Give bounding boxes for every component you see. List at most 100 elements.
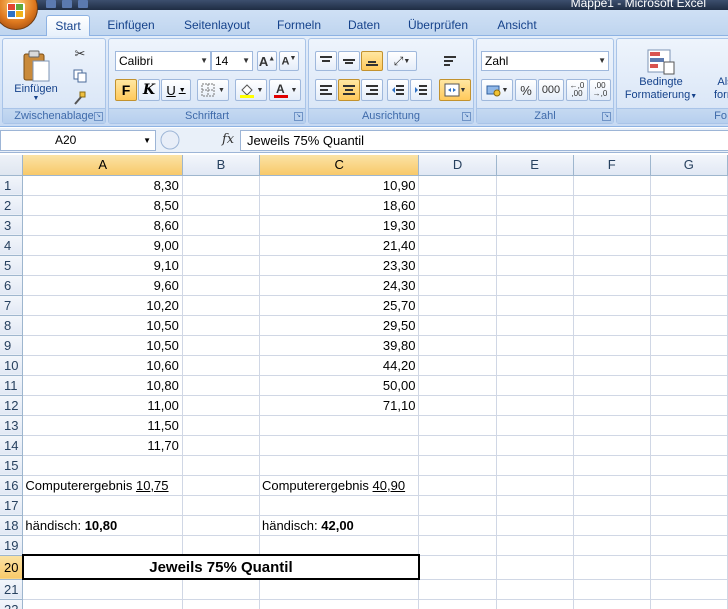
cell[interactable]: [573, 335, 651, 356]
cell[interactable]: [418, 355, 497, 376]
cell-c[interactable]: 29,50: [259, 315, 420, 336]
cell[interactable]: [650, 315, 728, 336]
cell[interactable]: [650, 335, 728, 356]
cell[interactable]: [418, 395, 497, 416]
align-bottom-button[interactable]: [361, 51, 383, 71]
cell[interactable]: [259, 495, 420, 516]
cell[interactable]: [573, 295, 651, 316]
cell[interactable]: [182, 235, 260, 256]
cell[interactable]: [418, 555, 497, 580]
tab-start[interactable]: Start: [46, 15, 90, 37]
cell[interactable]: [496, 275, 574, 296]
cell[interactable]: [496, 435, 574, 456]
align-center-button[interactable]: [338, 79, 360, 101]
column-header-f[interactable]: F: [573, 155, 651, 176]
cell[interactable]: [650, 415, 728, 436]
tab-formeln[interactable]: Formeln: [270, 15, 328, 36]
cell[interactable]: [496, 235, 574, 256]
merged-cell-a20-c20[interactable]: Jeweils 75% Quantil: [21, 554, 420, 580]
cell[interactable]: [573, 215, 651, 236]
cell[interactable]: [496, 515, 574, 536]
row-header[interactable]: 22: [0, 599, 24, 609]
name-box[interactable]: A20 ▼: [0, 130, 156, 151]
cell-c[interactable]: 18,60: [259, 195, 420, 216]
cell[interactable]: [496, 395, 574, 416]
format-as-table-button[interactable]: Als form: [705, 43, 728, 107]
cell[interactable]: [22, 455, 183, 476]
tab-einfuegen[interactable]: Einfügen: [100, 15, 162, 36]
cell[interactable]: [418, 515, 497, 536]
column-header-a[interactable]: A: [22, 155, 183, 176]
cell[interactable]: [182, 395, 260, 416]
cell-c[interactable]: [259, 435, 420, 456]
paste-button[interactable]: Einfügen ▼: [9, 43, 63, 107]
cell[interactable]: [182, 535, 260, 556]
cell[interactable]: [182, 599, 260, 609]
cell-a[interactable]: 9,10: [22, 255, 183, 276]
formula-bar-circle-icon[interactable]: [160, 130, 188, 151]
cell[interactable]: [182, 335, 260, 356]
clipboard-launcher-icon[interactable]: ↘: [94, 112, 103, 121]
cell-c[interactable]: 39,80: [259, 335, 420, 356]
fill-color-button[interactable]: ▼: [235, 79, 267, 101]
cell[interactable]: [650, 435, 728, 456]
cell[interactable]: [650, 215, 728, 236]
redo-icon[interactable]: [78, 0, 88, 8]
cell[interactable]: [650, 395, 728, 416]
bold-button[interactable]: F: [115, 79, 137, 101]
cell[interactable]: [573, 495, 651, 516]
cell-a16[interactable]: Computerergebnis 10,75: [22, 475, 183, 496]
cell[interactable]: [573, 315, 651, 336]
cell[interactable]: [418, 455, 497, 476]
font-name-combo[interactable]: Calibri ▼: [115, 51, 211, 71]
column-header-g[interactable]: G: [650, 155, 728, 176]
row-header[interactable]: 11: [0, 375, 24, 396]
cell-c[interactable]: 50,00: [259, 375, 420, 396]
cell[interactable]: [418, 295, 497, 316]
cell[interactable]: [182, 295, 260, 316]
cell[interactable]: [573, 175, 651, 196]
cell-a[interactable]: 9,60: [22, 275, 183, 296]
cell[interactable]: [573, 555, 651, 580]
cell[interactable]: [496, 535, 574, 556]
accounting-format-button[interactable]: ▼: [481, 79, 513, 101]
cut-button[interactable]: ✂: [69, 45, 91, 63]
cell-a[interactable]: 10,60: [22, 355, 183, 376]
cell[interactable]: [650, 255, 728, 276]
cell[interactable]: [496, 295, 574, 316]
orientation-button[interactable]: ⤢ ▼: [387, 51, 417, 71]
cell[interactable]: [496, 495, 574, 516]
column-header-e[interactable]: E: [496, 155, 574, 176]
cell[interactable]: [259, 579, 420, 600]
cell[interactable]: [573, 579, 651, 600]
cell-c[interactable]: [259, 415, 420, 436]
row-header[interactable]: 19: [0, 535, 24, 556]
cell[interactable]: [182, 195, 260, 216]
cell[interactable]: [496, 455, 574, 476]
cell[interactable]: [650, 475, 728, 496]
save-icon[interactable]: [46, 0, 56, 8]
cell[interactable]: [496, 415, 574, 436]
cell[interactable]: [418, 335, 497, 356]
tab-ueberpruefen[interactable]: Überprüfen: [400, 15, 476, 36]
cell[interactable]: [418, 315, 497, 336]
cell[interactable]: [573, 195, 651, 216]
cell-c[interactable]: 10,90: [259, 175, 420, 196]
row-header[interactable]: 20: [0, 555, 24, 580]
decrease-indent-button[interactable]: [387, 79, 409, 101]
cell[interactable]: [573, 275, 651, 296]
column-header-b[interactable]: B: [182, 155, 260, 176]
decrease-decimal-button[interactable]: ,00 →,0: [589, 79, 611, 101]
cell[interactable]: [182, 579, 260, 600]
row-header[interactable]: 7: [0, 295, 24, 316]
cell[interactable]: [496, 599, 574, 609]
increase-indent-button[interactable]: [410, 79, 432, 101]
cell[interactable]: [573, 415, 651, 436]
underline-button[interactable]: U ▼: [161, 79, 191, 101]
cell[interactable]: [650, 579, 728, 600]
cell-c16[interactable]: Computerergebnis 40,90: [259, 475, 420, 496]
cell[interactable]: [182, 215, 260, 236]
cell[interactable]: [182, 255, 260, 276]
cell[interactable]: [22, 599, 183, 609]
cell[interactable]: [573, 235, 651, 256]
